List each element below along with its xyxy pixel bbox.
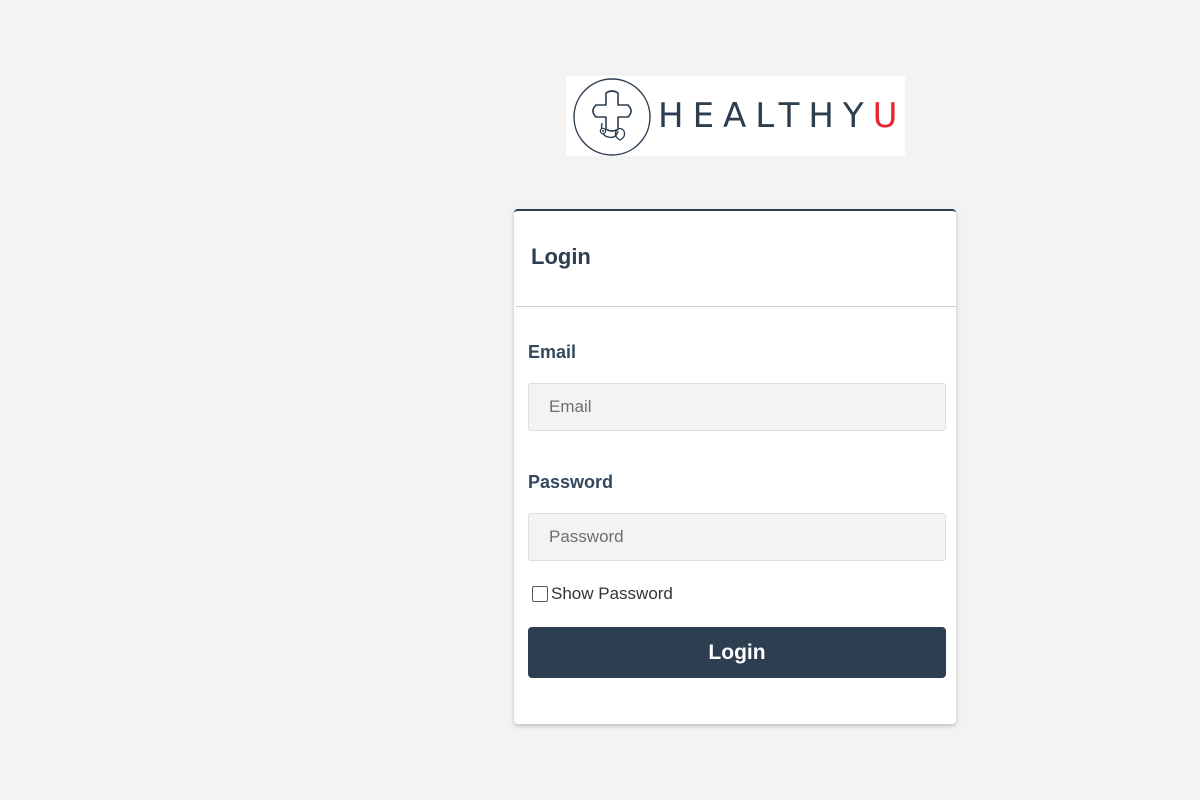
login-button[interactable]: Login bbox=[528, 627, 946, 678]
logo-text-main: HEALTHY bbox=[658, 96, 873, 136]
card-header: Login bbox=[516, 211, 956, 307]
logo-wordmark: HEALTHY U bbox=[658, 92, 907, 140]
medical-cross-stethoscope-icon bbox=[573, 78, 651, 156]
login-card: Login Email Password Show Password Login bbox=[514, 209, 956, 724]
password-field[interactable] bbox=[528, 513, 946, 561]
healthyu-logo: HEALTHY U bbox=[566, 76, 905, 156]
password-label: Password bbox=[528, 472, 614, 492]
logo-text-accent: U bbox=[872, 96, 907, 136]
show-password-row[interactable]: Show Password bbox=[532, 584, 673, 604]
email-field[interactable] bbox=[528, 383, 946, 431]
email-label: Email bbox=[528, 342, 577, 362]
page-title: Login bbox=[531, 244, 591, 269]
show-password-label[interactable]: Show Password bbox=[551, 584, 673, 604]
show-password-checkbox[interactable] bbox=[532, 586, 548, 602]
